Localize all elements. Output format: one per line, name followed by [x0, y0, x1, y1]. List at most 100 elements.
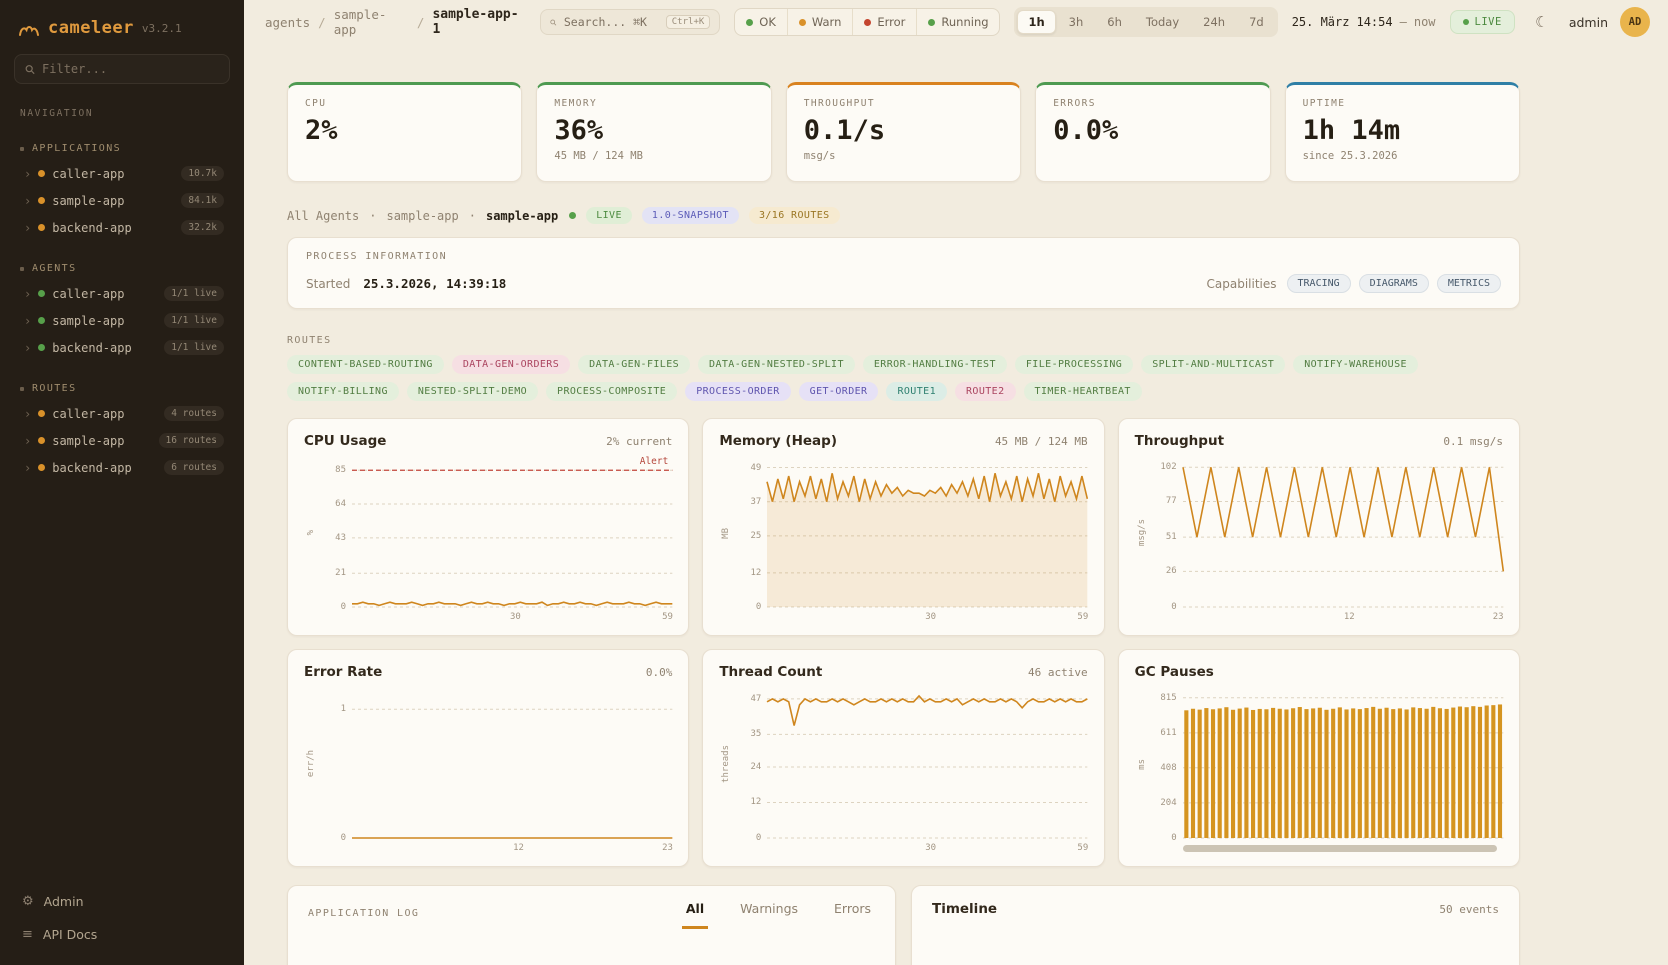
- range-end: now: [1414, 15, 1436, 29]
- chart-cpu-usage: CPU Usage2% current%021436485Alert3059: [287, 418, 689, 636]
- route-chip-process-composite[interactable]: PROCESS-COMPOSITE: [546, 382, 677, 401]
- process-started: Started 25.3.2026, 14:39:18: [306, 276, 506, 291]
- x-axis-ticks: 3059: [767, 841, 1087, 856]
- route-chip-notify-warehouse[interactable]: NOTIFY-WAREHOUSE: [1293, 355, 1418, 374]
- sidebar-item-applications-sample-app[interactable]: ›sample-app84.1k: [14, 187, 230, 214]
- agent-breadcrumb-link-all-agents[interactable]: All Agents: [287, 209, 359, 223]
- sidebar-section-title: AGENTS: [14, 259, 230, 280]
- sidebar-footer-admin[interactable]: ⚙Admin: [14, 885, 230, 918]
- chevron-right-icon: ›: [24, 342, 31, 354]
- stat-card-throughput: THROUGHPUT0.1/smsg/s: [786, 82, 1021, 182]
- sidebar-item-routes-caller-app[interactable]: ›caller-app4 routes: [14, 400, 230, 427]
- breadcrumb-item-agents[interactable]: agents: [265, 15, 310, 30]
- route-chip-data-gen-orders[interactable]: DATA-GEN-ORDERS: [452, 355, 570, 374]
- time-range-24h[interactable]: 24h: [1192, 10, 1236, 34]
- status-filter-label: Error: [877, 15, 905, 29]
- sidebar-item-agents-caller-app[interactable]: ›caller-app1/1 live: [14, 280, 230, 307]
- sidebar-item-agents-backend-app[interactable]: ›backend-app1/1 live: [14, 334, 230, 361]
- time-range-today[interactable]: Today: [1135, 10, 1190, 34]
- sidebar-item-routes-backend-app[interactable]: ›backend-app6 routes: [14, 454, 230, 481]
- plot-region: [1183, 690, 1503, 838]
- route-chip-data-gen-nested-split[interactable]: DATA-GEN-NESTED-SPLIT: [698, 355, 855, 374]
- search-input[interactable]: [564, 15, 659, 29]
- sidebar-item-agents-sample-app[interactable]: ›sample-app1/1 live: [14, 307, 230, 334]
- breadcrumb-item-sample-app[interactable]: sample-app: [334, 7, 409, 37]
- time-range-6h[interactable]: 6h: [1096, 10, 1133, 34]
- agent-breadcrumb-link-sample-app[interactable]: sample-app: [386, 209, 458, 223]
- route-chip-split-and-multicast[interactable]: SPLIT-AND-MULTICAST: [1141, 355, 1285, 374]
- y-tick-label: 0: [756, 833, 761, 843]
- log-tabs: All Warnings Errors: [682, 901, 875, 929]
- app-version: v3.2.1: [142, 22, 182, 35]
- status-filter-error[interactable]: Error: [852, 9, 916, 35]
- y-tick-label: 815: [1160, 693, 1176, 703]
- sidebar-filter-input[interactable]: [42, 62, 219, 76]
- y-tick-label: 77: [1166, 496, 1177, 506]
- route-chip-process-order[interactable]: PROCESS-ORDER: [685, 382, 790, 401]
- status-filter-warn[interactable]: Warn: [787, 9, 853, 35]
- navigation-heading: NAVIGATION: [20, 108, 224, 119]
- route-chip-timer-heartbeat[interactable]: TIMER-HEARTBEAT: [1024, 382, 1142, 401]
- route-chip-content-based-routing[interactable]: CONTENT-BASED-ROUTING: [287, 355, 444, 374]
- capability-badges: TRACINGDIAGRAMSMETRICS: [1287, 274, 1501, 293]
- log-tab-errors[interactable]: Errors: [830, 901, 875, 929]
- user-name[interactable]: admin: [1569, 15, 1608, 30]
- log-tab-all[interactable]: All: [682, 901, 708, 929]
- route-chip-file-processing[interactable]: FILE-PROCESSING: [1015, 355, 1133, 374]
- route-chip-nested-split-demo[interactable]: NESTED-SPLIT-DEMO: [407, 382, 538, 401]
- breadcrumb-item-sample-app-1[interactable]: sample-app-1: [432, 7, 526, 37]
- content: CPU2%MEMORY36%45 MB / 124 MBTHROUGHPUT0.…: [244, 44, 1668, 965]
- status-filter-ok[interactable]: OK: [735, 9, 787, 35]
- chart-body: threads012243547: [719, 690, 1087, 838]
- sidebar-item-applications-backend-app[interactable]: ›backend-app32.2k: [14, 214, 230, 241]
- y-tick-label: 37: [750, 497, 761, 507]
- chevron-right-icon: ›: [24, 435, 31, 447]
- status-filter-label: OK: [759, 15, 776, 29]
- y-tick-label: 85: [335, 465, 346, 475]
- timeline-header: Timeline 50 events: [932, 901, 1499, 917]
- route-chip-route1[interactable]: ROUTE1: [886, 382, 947, 401]
- search-icon: [25, 64, 35, 75]
- sidebar-item-applications-caller-app[interactable]: ›caller-app10.7k: [14, 160, 230, 187]
- x-axis-ticks: 3059: [352, 610, 672, 625]
- time-range-1h[interactable]: 1h: [1017, 10, 1055, 34]
- chart-header: Memory (Heap)45 MB / 124 MB: [719, 433, 1087, 449]
- section-label: APPLICATIONS: [32, 143, 121, 154]
- stat-label: MEMORY: [554, 98, 753, 109]
- status-filter-running[interactable]: Running: [916, 9, 999, 35]
- stat-card-cpu: CPU2%: [287, 82, 522, 182]
- date-range[interactable]: 25. März 14:54 — now: [1292, 15, 1436, 29]
- time-range-7d[interactable]: 7d: [1238, 10, 1275, 34]
- status-dot: [746, 19, 753, 26]
- sidebar-item-count: 1/1 live: [164, 313, 224, 328]
- global-search[interactable]: Ctrl+K: [540, 9, 720, 35]
- avatar[interactable]: AD: [1620, 7, 1650, 37]
- log-tab-warnings[interactable]: Warnings: [736, 901, 802, 929]
- sidebar-section-agents: AGENTS›caller-app1/1 live › sample-app 1/1 …: [14, 259, 230, 361]
- route-chip-get-order[interactable]: GET-ORDER: [799, 382, 879, 401]
- log-header: APPLICATION LOG AllWarningsErrors: [308, 901, 875, 929]
- chart-title: Error Rate: [304, 664, 382, 680]
- sidebar-footer-api-docs[interactable]: ≡API Docs: [14, 918, 230, 951]
- alert-threshold-label: Alert: [640, 456, 669, 467]
- route-chip-error-handling-test[interactable]: ERROR-HANDLING-TEST: [863, 355, 1007, 374]
- live-badge[interactable]: LIVE: [1450, 10, 1515, 34]
- sidebar-filter[interactable]: [14, 54, 230, 84]
- theme-toggle-button[interactable]: ☾: [1527, 7, 1557, 37]
- sidebar-item-label: sample-app: [52, 314, 124, 328]
- time-range-3h[interactable]: 3h: [1058, 10, 1095, 34]
- status-dot: [38, 344, 45, 351]
- chart-throughput: Throughput0.1 msg/smsg/s02651771021223: [1118, 418, 1520, 636]
- status-dot: [38, 290, 45, 297]
- chart-current-value: 0.0%: [646, 666, 673, 679]
- sidebar-item-label: sample-app: [52, 434, 124, 448]
- sidebar-item-count: 16 routes: [159, 433, 224, 448]
- route-chip-data-gen-files[interactable]: DATA-GEN-FILES: [578, 355, 690, 374]
- sidebar-item-routes-sample-app[interactable]: › sample-app 16 routes: [14, 427, 230, 454]
- y-axis-ticks: 0265177102: [1153, 459, 1179, 607]
- route-chip-notify-billing[interactable]: NOTIFY-BILLING: [287, 382, 399, 401]
- route-chip-route2[interactable]: ROUTE2: [955, 382, 1016, 401]
- y-tick-label: 0: [756, 602, 761, 612]
- y-axis-unit-label: MB: [721, 528, 731, 539]
- stat-label: ERRORS: [1053, 98, 1252, 109]
